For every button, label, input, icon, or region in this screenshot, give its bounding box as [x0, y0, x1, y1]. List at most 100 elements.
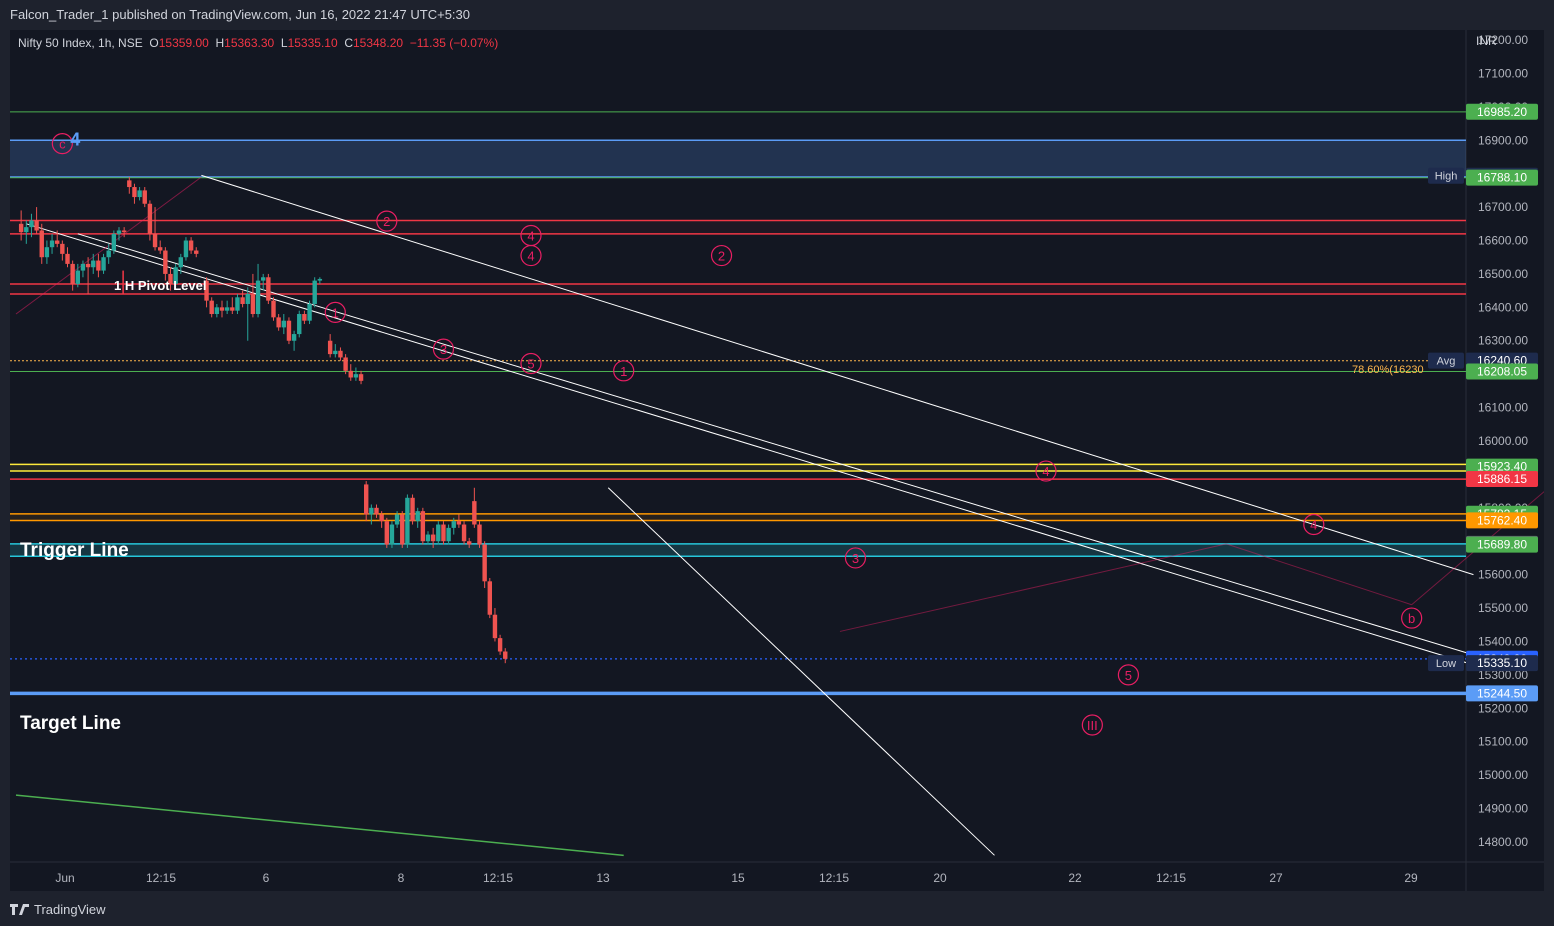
candle-down — [188, 240, 194, 251]
price-tick-label: 16900.00 — [1478, 133, 1528, 147]
time-tick-label: 27 — [1269, 871, 1283, 885]
wave-label: 4 — [527, 249, 534, 264]
candle-up — [214, 307, 220, 315]
candle-down — [55, 240, 60, 244]
candle-up — [255, 280, 261, 315]
time-tick-label: Jun — [55, 871, 74, 885]
candle-up — [49, 240, 55, 248]
price-badge-text: 15335.10 — [1477, 656, 1527, 670]
candle-up — [178, 257, 183, 268]
candle-down — [364, 484, 369, 515]
candle-down — [338, 350, 343, 358]
price-badge-text: 16985.20 — [1477, 105, 1527, 119]
candle-down — [142, 190, 147, 204]
candle-up — [91, 260, 96, 268]
wave-label: c — [59, 137, 66, 152]
candle-up — [394, 514, 400, 525]
candle-up — [307, 303, 312, 321]
candle-up — [297, 314, 302, 335]
candle-down — [286, 320, 292, 341]
symbol-label: Nifty 50 Index, 1h, NSE — [18, 36, 143, 50]
candle-up — [312, 280, 317, 304]
price-tick-label: 16700.00 — [1478, 200, 1528, 214]
wave-label: 1 — [332, 305, 339, 320]
high-zone — [10, 140, 1466, 178]
wave-label: 5 — [527, 356, 534, 371]
price-tag-text: Low — [1436, 658, 1456, 670]
candle-down — [348, 370, 353, 378]
time-tick-label: 13 — [596, 871, 610, 885]
candle-down — [60, 243, 65, 254]
candle-down — [194, 250, 199, 254]
candle-up — [106, 250, 111, 258]
candle-down — [250, 293, 256, 315]
time-tick-label: 29 — [1404, 871, 1418, 885]
candle-up — [111, 233, 117, 251]
wave-label: 3 — [852, 551, 859, 566]
ohlc-legend: Nifty 50 Index, 1h, NSE O15359.00 H15363… — [18, 36, 499, 50]
publish-header: Falcon_Trader_1 published on TradingView… — [0, 0, 1554, 30]
candle-down — [374, 507, 379, 515]
price-tick-label: 15100.00 — [1478, 735, 1528, 749]
time-tick-label: 12:15 — [819, 871, 849, 885]
wave-label: 3 — [440, 342, 447, 357]
candle-down — [271, 300, 276, 318]
candle-down — [358, 374, 364, 381]
target-line-label: Target Line — [20, 713, 121, 734]
candle-down — [384, 521, 389, 545]
price-tick-label: 16600.00 — [1478, 234, 1528, 248]
price-tick-label: 15400.00 — [1478, 634, 1528, 648]
candle-up — [317, 278, 323, 281]
candle-down — [147, 203, 153, 234]
candle-down — [132, 187, 137, 198]
candle-down — [327, 340, 333, 355]
wave-label: 4 — [1310, 518, 1317, 533]
trigger-zone — [10, 513, 1466, 521]
candle-down — [420, 511, 426, 542]
tradingview-logo[interactable]: TradingView — [10, 902, 106, 917]
candle-down — [209, 300, 214, 315]
currency-label: INR — [1476, 34, 1497, 48]
wave-label: b — [1408, 611, 1415, 626]
wave-label: 2 — [383, 214, 390, 229]
wave-label: 1 — [620, 364, 627, 379]
candle-up — [353, 374, 359, 378]
price-badge-text: 15762.40 — [1477, 513, 1527, 527]
candle-down — [456, 521, 462, 525]
price-tick-label: 16500.00 — [1478, 267, 1528, 281]
candlestick-chart[interactable]: c421344512345III4bcIVV 14800.0014900.001… — [10, 30, 1544, 891]
resistance-zone — [10, 220, 1466, 234]
candle-down — [219, 307, 225, 311]
candle-down — [503, 651, 508, 659]
candle-up — [116, 230, 122, 234]
candle-down — [65, 253, 70, 264]
close-value: 15348.20 — [352, 36, 404, 50]
candle-up — [281, 320, 286, 328]
trigger-line-label: Trigger Line — [20, 540, 129, 561]
candle-down — [127, 180, 132, 188]
wave-label: 5 — [1125, 668, 1132, 683]
candle-down — [343, 357, 348, 371]
candle-down — [472, 501, 477, 525]
price-tick-label: 15500.00 — [1478, 601, 1528, 615]
price-tick-label: 15600.00 — [1478, 568, 1528, 582]
price-tick-label: 16400.00 — [1478, 300, 1528, 314]
candle-down — [482, 544, 487, 582]
yellow-zone — [10, 464, 1466, 472]
candle-down — [461, 524, 467, 542]
tradingview-logo-icon — [10, 903, 29, 915]
candle-up — [137, 190, 142, 198]
chart-area[interactable]: c421344512345III4bcIVV 14800.0014900.001… — [10, 30, 1544, 891]
candle-down — [18, 223, 24, 233]
price-tick-label: 17100.00 — [1478, 66, 1528, 80]
wave-label: 4 — [70, 129, 80, 149]
price-tick-label: 16100.00 — [1478, 401, 1528, 415]
candle-down — [497, 638, 503, 652]
wave-label: 2 — [718, 249, 725, 264]
candle-down — [302, 314, 307, 321]
price-badge-text: 15689.80 — [1477, 538, 1527, 552]
candle-down — [70, 263, 75, 284]
candle-up — [101, 257, 106, 271]
price-badge-text: 15244.50 — [1477, 686, 1527, 700]
candle-up — [235, 297, 240, 311]
